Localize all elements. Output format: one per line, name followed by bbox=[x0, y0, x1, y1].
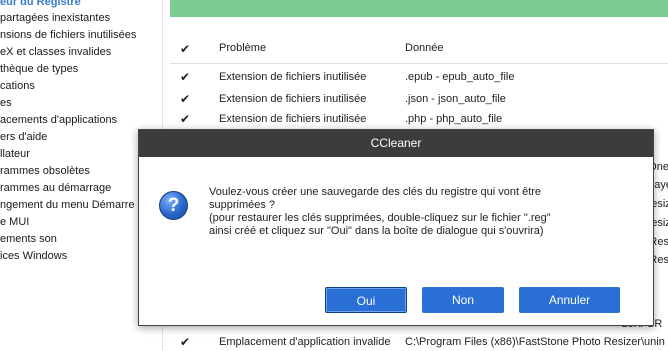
table-header: ✔ Problème Donnée bbox=[170, 36, 668, 64]
dialog-message-line: ainsi créé et cliquez sur "Oui" dans la … bbox=[209, 225, 544, 237]
sidebar-item[interactable]: llateur bbox=[0, 146, 30, 162]
row-data: .epub - epub_auto_file bbox=[405, 71, 515, 83]
backup-dialog: CCleaner ? Voulez-vous créer une sauvega… bbox=[138, 129, 654, 326]
question-icon: ? bbox=[159, 191, 188, 220]
column-header-problem[interactable]: Problème bbox=[219, 42, 266, 54]
row-checkbox[interactable]: ✔ bbox=[178, 68, 192, 86]
sidebar-item[interactable]: eX et classes invalides bbox=[0, 44, 111, 60]
sidebar-item[interactable]: ers d'aide bbox=[0, 129, 47, 145]
column-header-data[interactable]: Donnée bbox=[405, 42, 444, 54]
yes-button[interactable]: Oui bbox=[325, 287, 407, 313]
sidebar-item[interactable]: ices Windows bbox=[0, 248, 67, 264]
dialog-message-line: supprimées ? bbox=[209, 199, 276, 211]
no-button[interactable]: Non bbox=[422, 287, 504, 313]
row-problem: Extension de fichiers inutilisée bbox=[219, 93, 367, 105]
row-problem: Extension de fichiers inutilisée bbox=[219, 71, 367, 83]
sidebar-item[interactable]: nsions de fichiers inutilisées bbox=[0, 27, 136, 43]
table-row[interactable]: ✔ Extension de fichiers inutilisée .json… bbox=[170, 90, 668, 108]
row-problem: Extension de fichiers inutilisée bbox=[219, 113, 367, 125]
row-checkbox[interactable]: ✔ bbox=[178, 90, 192, 108]
cancel-button[interactable]: Annuler bbox=[519, 287, 620, 313]
row-data: .php - php_auto_file bbox=[405, 113, 503, 125]
dialog-title: CCleaner bbox=[139, 130, 653, 157]
sidebar-item[interactable]: ements son bbox=[0, 231, 57, 247]
row-problem: Emplacement d'application invalide bbox=[219, 336, 391, 348]
sidebar-item[interactable]: ngement du menu Démarre bbox=[0, 197, 135, 213]
row-checkbox[interactable]: ✔ bbox=[178, 334, 192, 351]
sidebar-header: eur du Registre bbox=[0, 0, 81, 8]
dialog-body: ? Voulez-vous créer une sauvegarde des c… bbox=[139, 157, 653, 325]
sidebar-item[interactable]: cations bbox=[0, 78, 35, 94]
table-row[interactable]: ✔ Extension de fichiers inutilisée .php … bbox=[170, 110, 668, 128]
dialog-message-line: (pour restaurer les clés supprimées, dou… bbox=[209, 212, 551, 224]
row-checkbox[interactable]: ✔ bbox=[178, 110, 192, 128]
sidebar-item[interactable]: e MUI bbox=[0, 214, 29, 230]
sidebar-item[interactable]: acements d'applications bbox=[0, 112, 117, 128]
row-data: C:\Program Files (x86)\FastStone Photo R… bbox=[405, 336, 665, 348]
sidebar-item[interactable]: rammes obsolètes bbox=[0, 163, 90, 179]
sidebar-item[interactable]: thèque de types bbox=[0, 61, 78, 77]
select-all-checkbox[interactable]: ✔ bbox=[178, 42, 192, 56]
table-row[interactable]: ✔ Extension de fichiers inutilisée .epub… bbox=[170, 68, 668, 86]
progress-bar bbox=[170, 0, 668, 17]
sidebar-item[interactable]: rammes au démarrage bbox=[0, 180, 111, 196]
table-row[interactable]: ✔ Emplacement d'application invalide C:\… bbox=[170, 334, 668, 351]
sidebar-item[interactable]: partagées inexistantes bbox=[0, 10, 110, 26]
dialog-message-line: Voulez-vous créer une sauvegarde des clé… bbox=[209, 186, 542, 198]
sidebar-item[interactable]: es bbox=[0, 95, 12, 111]
row-data: .json - json_auto_file bbox=[405, 93, 506, 105]
